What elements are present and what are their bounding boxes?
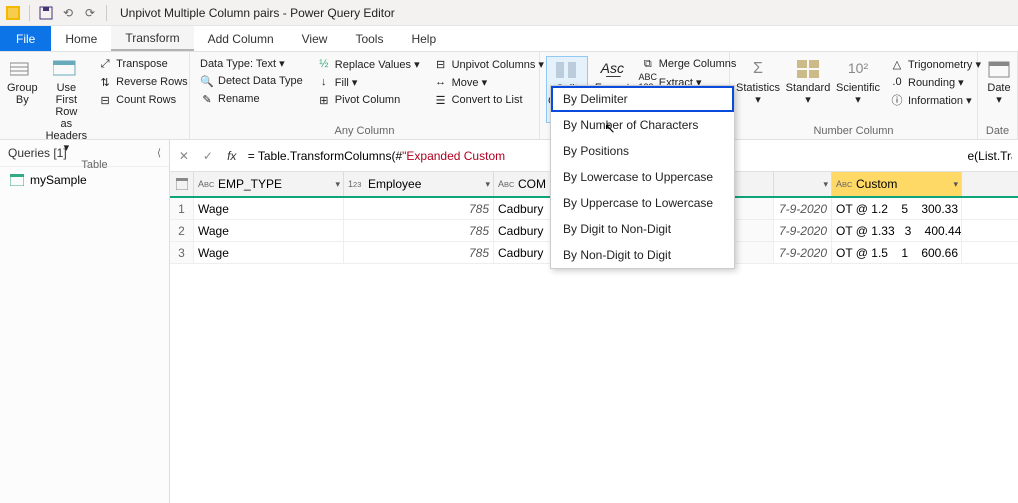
dropdown-icon[interactable]: ▾ [485,179,490,190]
standard-button[interactable]: Standard ▾ [786,56,830,123]
commit-formula-icon[interactable]: ✓ [200,146,216,166]
fx-label: fx [224,146,240,166]
split-by-delimiter[interactable]: By Delimiter [551,86,734,112]
col-employee[interactable]: 123Employee▾ [344,172,494,196]
menu-home[interactable]: Home [51,26,111,51]
split-by-numchars[interactable]: By Number of Characters [551,112,734,138]
title-bar: ⟲ ⟳ Unpivot Multiple Column pairs - Powe… [0,0,1018,26]
menu-view[interactable]: View [288,26,342,51]
use-first-label: Use First Row as Headers ▾ [46,82,88,155]
move-button[interactable]: ↔Move ▾ [430,74,548,90]
menu-addcolumn[interactable]: Add Column [194,26,288,51]
convert-list-button[interactable]: ☰Convert to List [430,92,548,108]
numbercolumn-group-label: Number Column [736,123,971,137]
col-emp-type[interactable]: ABCEMP_TYPE▾ [194,172,344,196]
menu-tools[interactable]: Tools [341,26,397,51]
split-column-menu: By Delimiter By Number of Characters By … [550,85,735,269]
merge-columns-button[interactable]: ⧉Merge Columns [637,56,741,72]
undo-icon[interactable]: ⟲ [59,4,77,22]
group-by-label: Group By [7,82,38,106]
cursor-icon: ↖ [604,120,616,137]
query-item[interactable]: mySample [0,167,169,193]
detect-datatype-button[interactable]: 🔍Detect Data Type [196,73,307,89]
datatype-button[interactable]: Data Type: Text ▾ [196,56,307,71]
replace-values-button[interactable]: ½Replace Values ▾ [313,56,424,72]
menu-help[interactable]: Help [397,26,450,51]
save-icon[interactable] [37,4,55,22]
statistics-button[interactable]: Σ Statistics ▾ [736,56,780,123]
dropdown-icon[interactable]: ▾ [953,179,958,190]
unpivot-button[interactable]: ⊟Unpivot Columns ▾ [430,56,548,72]
count-rows-button[interactable]: ⊟Count Rows [94,92,192,108]
anycolumn-group-label: Any Column [196,123,533,137]
redo-icon[interactable]: ⟳ [81,4,99,22]
information-button[interactable]: ⓘInformation ▾ [886,92,985,108]
date-group-label: Date [984,123,1011,137]
reverse-rows-button[interactable]: ⇅Reverse Rows [94,74,192,90]
queries-panel: Queries [1] ⟨ mySample [0,140,170,503]
window-title: Unpivot Multiple Column pairs - Power Qu… [120,6,395,20]
fill-button[interactable]: ↓Fill ▾ [313,74,424,90]
col-custom[interactable]: ABCCustom▾ [832,172,962,196]
group-by-button[interactable]: Group By [6,56,39,157]
date-button[interactable]: Date ▾ [984,56,1014,123]
pivot-button[interactable]: ⊞Pivot Column [313,92,424,108]
menu-file[interactable]: File [0,26,51,51]
table-icon [10,174,24,186]
trig-button[interactable]: △Trigonometry ▾ [886,56,985,72]
menu-bar: File Home Transform Add Column View Tool… [0,26,1018,52]
rounding-button[interactable]: .0Rounding ▾ [886,74,985,90]
split-digit-nondigit[interactable]: By Digit to Non-Digit [551,216,734,242]
rename-button[interactable]: ✎Rename [196,91,307,107]
split-upper-lower[interactable]: By Uppercase to Lowercase [551,190,734,216]
dropdown-icon[interactable]: ▾ [823,179,828,190]
ribbon: Group By Use First Row as Headers ▾ ⤢Tra… [0,52,1018,140]
split-by-positions[interactable]: By Positions [551,138,734,164]
menu-transform[interactable]: Transform [111,26,193,51]
transpose-button[interactable]: ⤢Transpose [94,56,192,72]
app-icon [4,4,22,22]
rownum-header[interactable] [170,172,194,196]
split-lower-upper[interactable]: By Lowercase to Uppercase [551,164,734,190]
use-first-row-button[interactable]: Use First Row as Headers ▾ [45,56,89,157]
table-group-label: Table [6,157,183,171]
split-nondigit-digit[interactable]: By Non-Digit to Digit [551,242,734,268]
col-date[interactable]: ▾ [774,172,832,196]
dropdown-icon[interactable]: ▾ [335,179,340,190]
scientific-button[interactable]: 10² Scientific ▾ [836,56,880,123]
